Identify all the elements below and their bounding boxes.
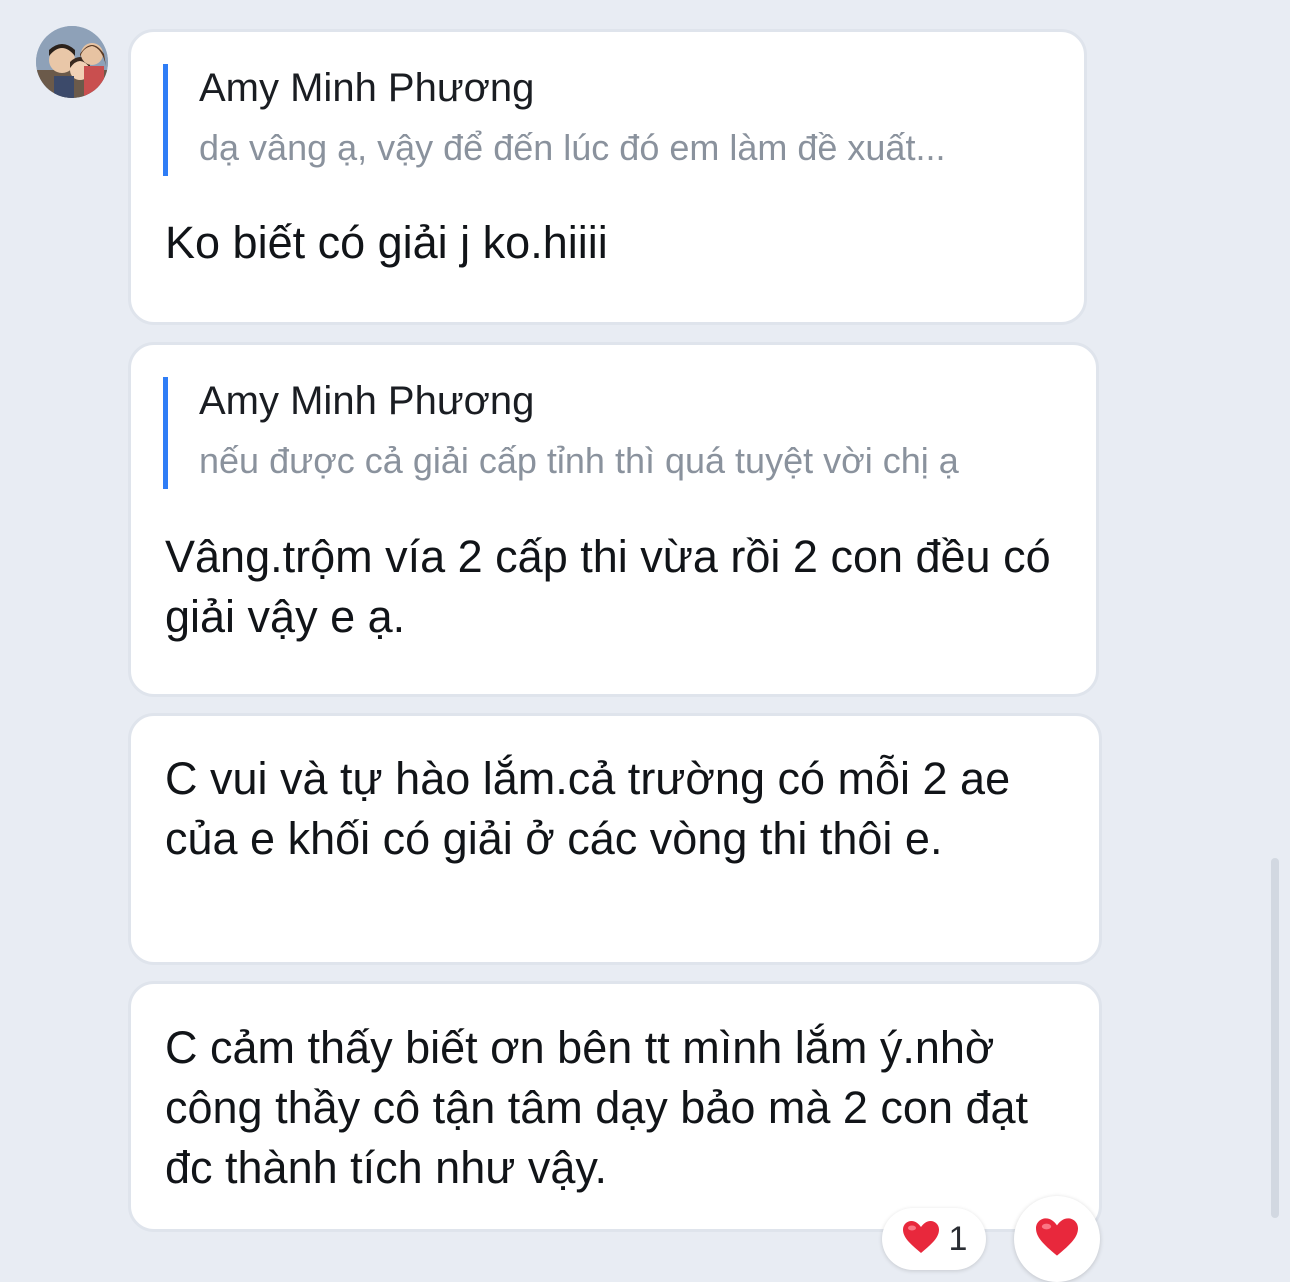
heart-icon: [901, 1219, 941, 1260]
message-text: Vâng.trộm vía 2 cấp thi vừa rồi 2 con đề…: [165, 531, 1051, 642]
profile-photo: [36, 26, 108, 98]
message-bubble[interactable]: Amy Minh Phương dạ vâng ạ, vậy để đến lú…: [128, 29, 1087, 325]
reply-quote[interactable]: Amy Minh Phương dạ vâng ạ, vậy để đến lú…: [163, 64, 945, 176]
message-text: C cảm thấy biết ơn bên tt mình lắm ý.nhờ…: [165, 1022, 1029, 1193]
quote-author: Amy Minh Phương: [199, 379, 535, 423]
message-bubble[interactable]: Amy Minh Phương nếu được cả giải cấp tỉn…: [128, 342, 1099, 697]
quote-text: dạ vâng ạ, vậy để đến lúc đó em làm đề x…: [199, 127, 946, 168]
heart-icon: [1033, 1216, 1081, 1263]
reply-quote[interactable]: Amy Minh Phương nếu được cả giải cấp tỉn…: [163, 377, 959, 489]
reaction-count: 1: [948, 1219, 968, 1258]
message-text: C vui và tự hào lắm.cả trường có mỗi 2 a…: [165, 753, 1011, 864]
quote-author: Amy Minh Phương: [199, 66, 535, 110]
scrollbar[interactable]: [1271, 858, 1279, 1218]
message-bubble[interactable]: C vui và tự hào lắm.cả trường có mỗi 2 a…: [128, 713, 1102, 965]
message-text: Ko biết có giải j ko.hiiii: [165, 217, 608, 268]
quote-text: nếu được cả giải cấp tỉnh thì quá tuyệt …: [199, 440, 959, 481]
reaction-summary[interactable]: 1: [882, 1208, 986, 1270]
react-button[interactable]: [1014, 1196, 1100, 1282]
sender-avatar[interactable]: [36, 26, 108, 98]
message-bubble[interactable]: C cảm thấy biết ơn bên tt mình lắm ý.nhờ…: [128, 981, 1102, 1232]
